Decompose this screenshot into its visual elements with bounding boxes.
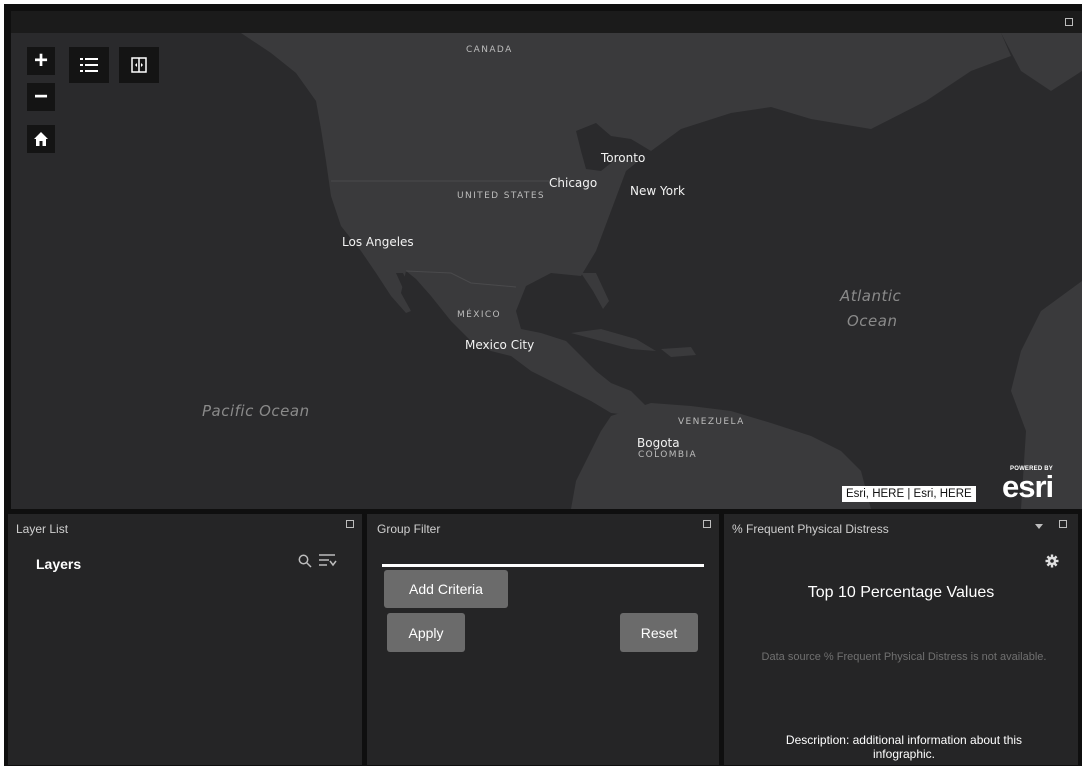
maximize-icon[interactable] [346,520,354,528]
label-canada: CANADA [466,45,513,55]
group-filter-panel: Group Filter Add Criteria Apply Reset [367,514,719,765]
swipe-icon [131,57,147,73]
basemap [241,33,1082,509]
search-icon[interactable] [298,554,312,568]
label-ocean: Ocean [847,312,898,330]
label-mexico: MÉXICO [457,310,502,320]
apply-button[interactable]: Apply [387,613,465,652]
dropdown-caret-icon[interactable] [1034,522,1044,530]
plus-icon: + [33,47,48,74]
layers-heading: Layers [36,556,82,572]
group-filter-title: Group Filter [377,522,441,536]
swipe-button[interactable] [119,47,159,83]
infographic-panel: % Frequent Physical Distress Top 10 Perc… [724,514,1078,765]
add-criteria-button[interactable]: Add Criteria [384,570,508,608]
list-icon [80,58,98,72]
maximize-icon[interactable] [703,520,711,528]
label-colombia: COLOMBIA [638,450,698,460]
filter-divider [382,564,704,567]
zoom-out-button[interactable]: − [27,83,55,111]
label-venezuela: VENEZUELA [678,417,745,427]
label-pacific-ocean: Pacific Ocean [202,402,310,420]
no-data-message: Data source % Frequent Physical Distress… [761,651,1047,663]
maximize-icon[interactable] [1065,18,1073,26]
home-button[interactable] [27,125,55,153]
reset-button[interactable]: Reset [620,613,698,652]
infographic-description: Description: additional information abou… [785,733,1023,761]
label-atlantic: Atlantic [840,287,902,305]
gear-icon[interactable] [1045,554,1059,568]
label-bogota: Bogota [637,436,680,450]
label-mexico-city: Mexico City [465,338,535,352]
label-toronto: Toronto [601,151,646,165]
filter-list-icon[interactable] [319,553,337,569]
layer-list-button[interactable] [69,47,109,83]
map-attribution: Esri, HERE | Esri, HERE [842,486,976,502]
label-los-angeles: Los Angeles [342,235,414,249]
infographic-title: % Frequent Physical Distress [732,522,889,536]
app-frame: + − CANADA UNITED STATES MÉXICO VENEZUEL… [4,4,1082,766]
zoom-in-button[interactable]: + [27,47,55,75]
home-icon [34,132,48,146]
label-new-york: New York [630,184,685,198]
maximize-icon[interactable] [1059,520,1067,528]
layer-list-title: Layer List [16,522,69,536]
label-chicago: Chicago [549,176,598,190]
chart-title: Top 10 Percentage Values [807,584,995,601]
map-header-bar [11,11,1082,33]
layer-list-panel: Layer List Layers [8,514,362,765]
label-united-states: UNITED STATES [457,191,546,201]
map-view[interactable]: + − CANADA UNITED STATES MÉXICO VENEZUEL… [11,11,1082,509]
esri-logo[interactable]: esri [1002,471,1054,502]
minus-icon: − [33,83,48,110]
